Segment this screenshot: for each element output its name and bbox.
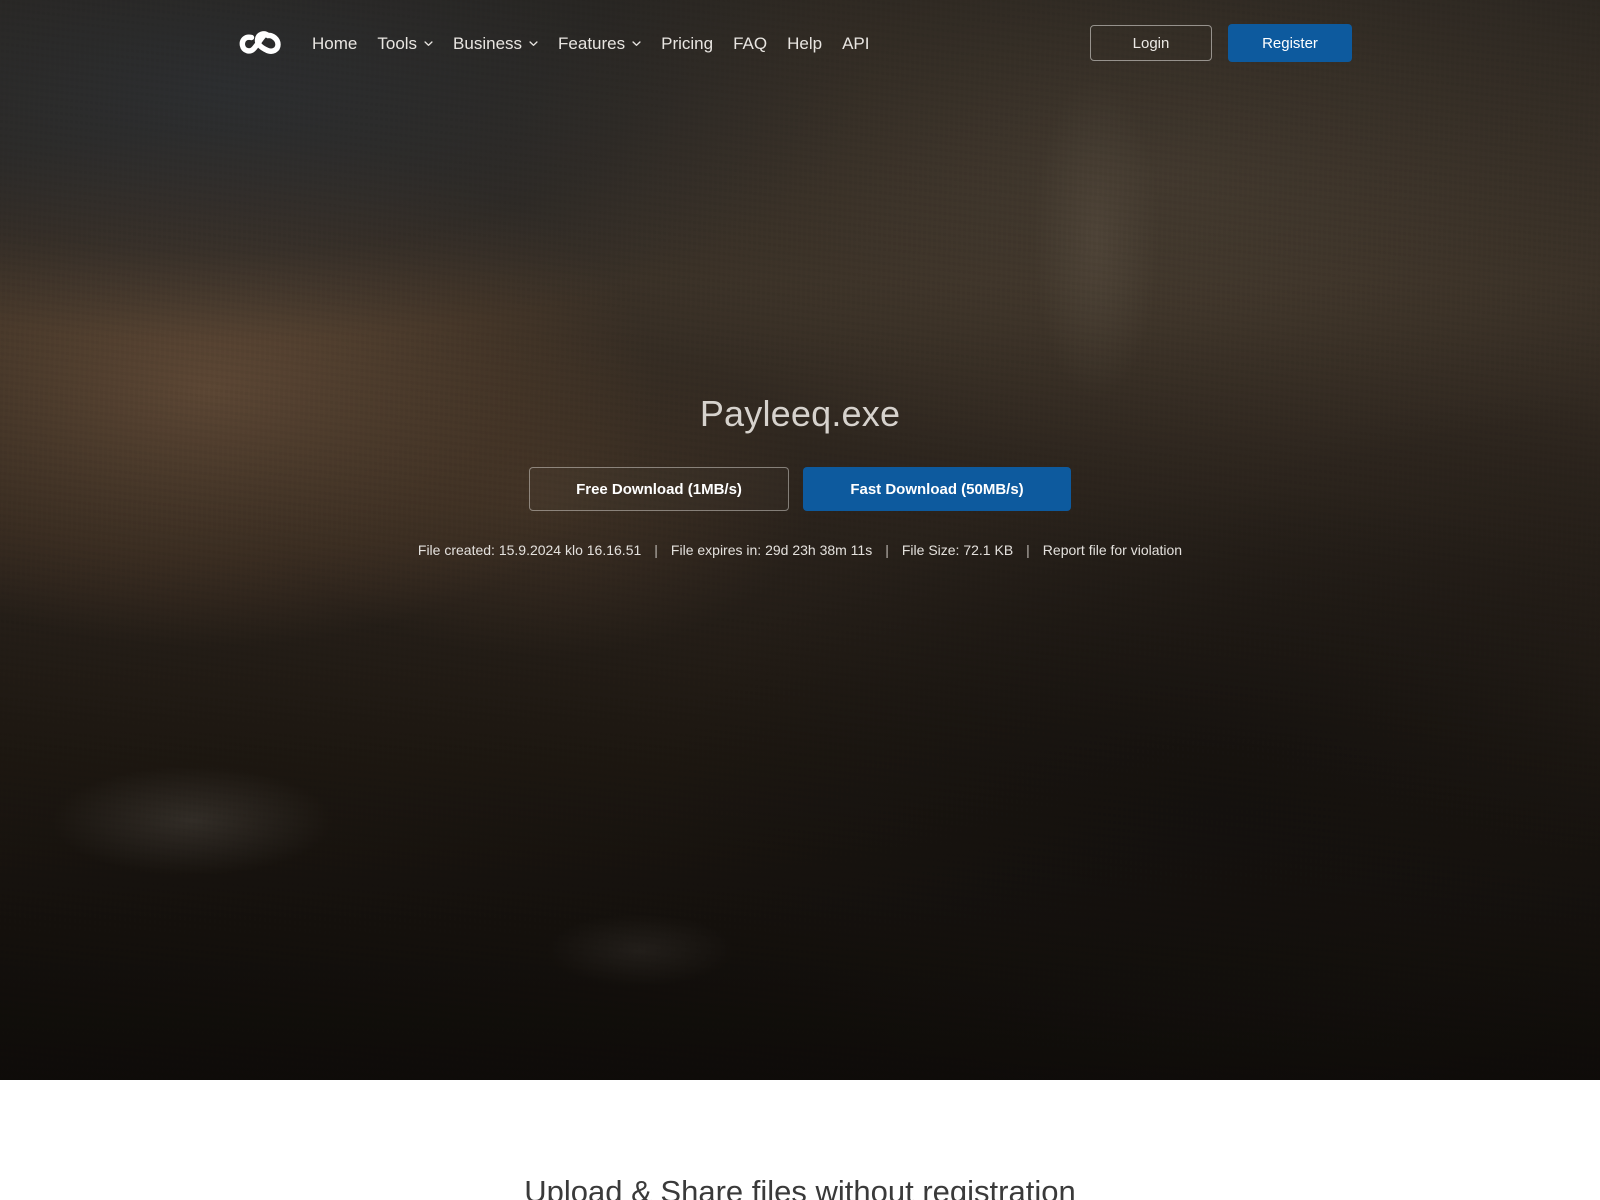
- knot-loop-logo-icon: [239, 31, 281, 54]
- file-size-text: File Size: 72.1 KB: [901, 542, 1014, 559]
- file-download-panel: Payleeq.exe Free Download (1MB/s) Fast D…: [0, 392, 1600, 557]
- nav-item-tools[interactable]: Tools: [367, 29, 443, 58]
- nav-item-faq-label: FAQ: [733, 33, 768, 53]
- nav-item-tools-label: Tools: [377, 33, 418, 53]
- section-heading: Upload & Share files without registratio…: [524, 1174, 1076, 1200]
- nav-item-help[interactable]: Help: [777, 29, 832, 58]
- meta-separator: |: [1026, 542, 1030, 559]
- nav-left-group: Home Tools Business Features Pricing FAQ…: [238, 23, 879, 63]
- nav-item-api-label: API: [842, 33, 870, 53]
- nav-links: Home Tools Business Features Pricing FAQ…: [302, 29, 879, 58]
- file-expires-text: File expires in: 29d 23h 38m 11s: [670, 542, 873, 559]
- chevron-down-icon: [529, 40, 538, 46]
- file-created-text: File created: 15.9.2024 klo 16.16.51: [417, 542, 642, 559]
- below-hero-section: Upload & Share files without registratio…: [0, 1080, 1600, 1200]
- nav-item-features[interactable]: Features: [548, 29, 651, 58]
- free-download-button[interactable]: Free Download (1MB/s): [529, 467, 789, 512]
- nav-item-pricing[interactable]: Pricing: [651, 29, 723, 58]
- brand-logo-link[interactable]: [238, 23, 282, 63]
- nav-item-business[interactable]: Business: [443, 29, 548, 58]
- file-metadata-row: File created: 15.9.2024 klo 16.16.51 | F…: [0, 543, 1600, 557]
- hero-section: Home Tools Business Features Pricing FAQ…: [0, 0, 1600, 1080]
- nav-item-home[interactable]: Home: [302, 29, 367, 58]
- login-button[interactable]: Login: [1090, 25, 1212, 61]
- top-navigation-bar: Home Tools Business Features Pricing FAQ…: [0, 0, 1600, 86]
- nav-item-pricing-label: Pricing: [661, 33, 714, 53]
- nav-account-actions: Login Register: [1090, 24, 1352, 62]
- nav-item-home-label: Home: [312, 33, 358, 53]
- meta-separator: |: [885, 542, 889, 559]
- chevron-down-icon: [632, 40, 641, 46]
- download-buttons-row: Free Download (1MB/s) Fast Download (50M…: [0, 467, 1600, 512]
- nav-item-features-label: Features: [558, 33, 626, 53]
- fast-download-button[interactable]: Fast Download (50MB/s): [803, 467, 1071, 512]
- report-file-link[interactable]: Report file for violation: [1043, 543, 1182, 557]
- nav-item-help-label: Help: [787, 33, 823, 53]
- nav-item-api[interactable]: API: [832, 29, 879, 58]
- chevron-down-icon: [424, 40, 433, 46]
- file-name-title: Payleeq.exe: [699, 393, 901, 434]
- register-button[interactable]: Register: [1228, 24, 1352, 62]
- nav-item-faq[interactable]: FAQ: [723, 29, 777, 58]
- nav-item-business-label: Business: [453, 33, 523, 53]
- meta-separator: |: [654, 542, 658, 559]
